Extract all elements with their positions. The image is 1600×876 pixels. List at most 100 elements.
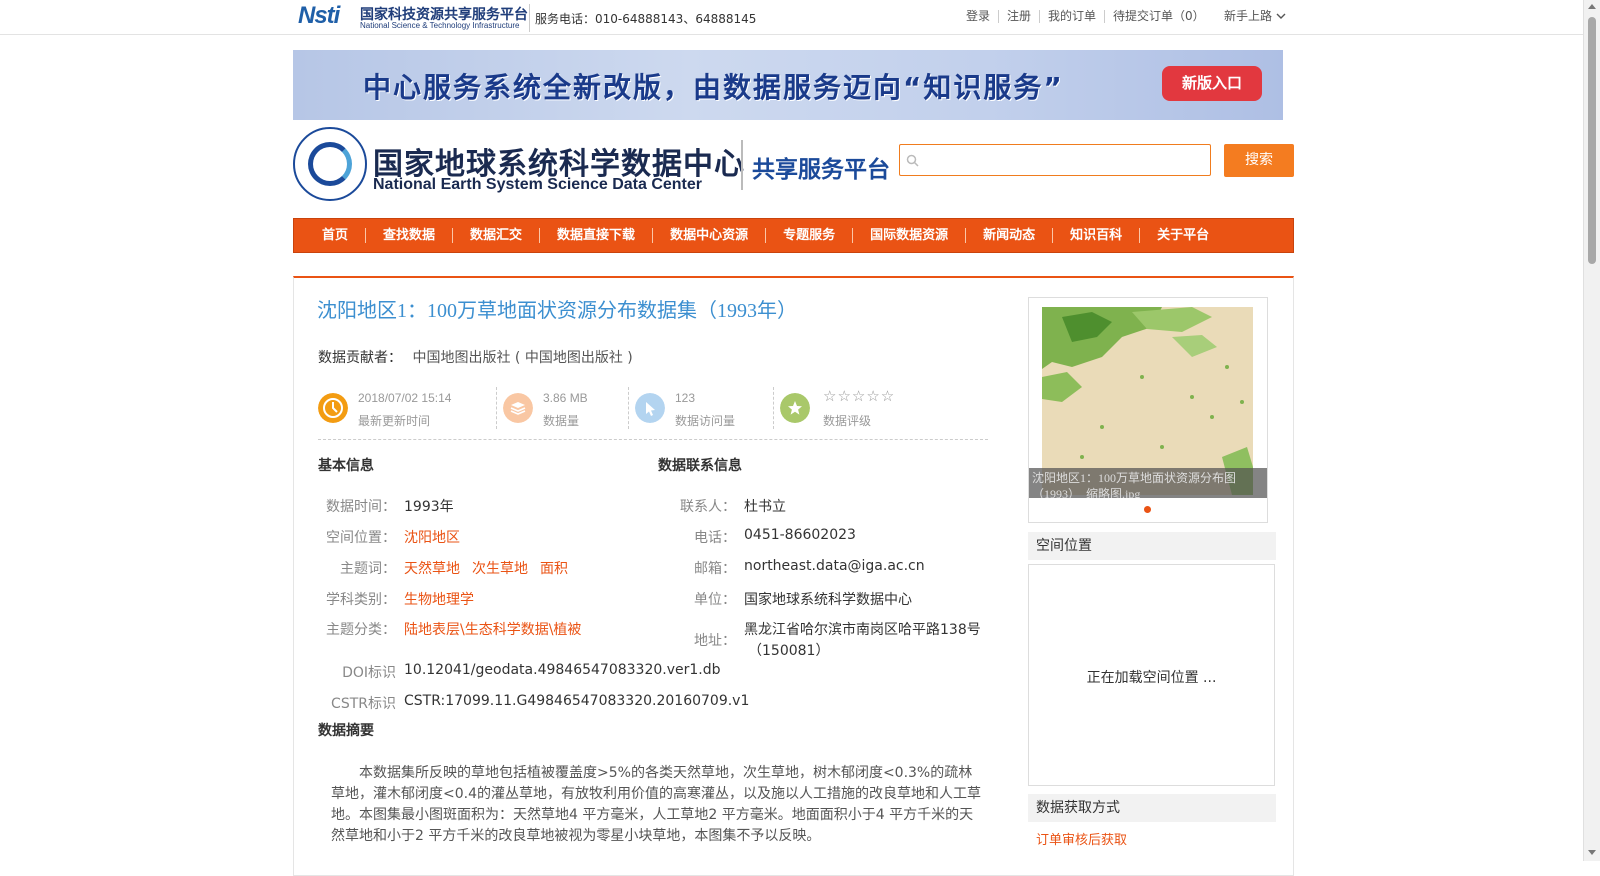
nav-home[interactable]: 首页 xyxy=(305,228,367,243)
contributor-value: 中国地图出版社 ( 中国地图出版社 ) xyxy=(412,350,633,366)
nav-topic-services[interactable]: 专题服务 xyxy=(766,228,854,243)
doi-row: DOI标识 10.12041/geodata.49846547083320.ve… xyxy=(342,662,721,681)
search-box xyxy=(899,144,1211,176)
contact-email-row: 邮箱： northeast.data@iga.ac.cn xyxy=(694,558,925,577)
cstr-row: CSTR标识 CSTR:17099.11.G49846547083320.201… xyxy=(331,693,749,712)
contact-phone-row: 电话： 0451-86602023 xyxy=(694,527,856,546)
order-review-link[interactable]: 订单审核后获取 xyxy=(1036,829,1127,848)
contact-org-label: 单位： xyxy=(694,592,736,608)
abstract-text: 本数据集所反映的草地包括植被覆盖度>5%的各类天然草地，次生草地，树木郁闭度<0… xyxy=(331,765,981,844)
banner-text: 中心服务系统全新改版，由数据服务迈向“知识服务” xyxy=(363,71,1064,104)
data-time-row: 数据时间： 1993年 xyxy=(326,496,454,516)
keyword-link[interactable]: 面积 xyxy=(540,561,568,577)
nav-data-submission[interactable]: 数据汇交 xyxy=(453,228,541,243)
contact-email-value: northeast.data@iga.ac.cn xyxy=(744,558,925,574)
top-links: 登录 注册 我的订单 待提交订单（0） xyxy=(958,10,1213,23)
thumbnail-map-image[interactable] xyxy=(1042,307,1253,495)
subject-link[interactable]: 生物地理学 xyxy=(404,592,474,608)
rating-label: 数据评级 xyxy=(823,414,872,428)
register-link[interactable]: 注册 xyxy=(999,10,1041,23)
top-bar: Nsti 国家科技资源共享服务平台 National Science & Tec… xyxy=(0,0,1583,35)
keywords-row: 主题词： 天然草地 次生草地 面积 xyxy=(340,558,580,578)
layers-icon xyxy=(503,393,533,423)
page-scrollbar[interactable] xyxy=(1583,0,1600,861)
my-orders-link[interactable]: 我的订单 xyxy=(1040,10,1106,23)
spatial-location-link[interactable]: 沈阳地区 xyxy=(404,530,460,546)
stat-divider xyxy=(496,387,498,429)
stat-divider xyxy=(628,387,630,429)
center-logo[interactable]: 国家地球系统科学数据中心 National Earth System Scien… xyxy=(293,127,744,203)
contact-email-label: 邮箱： xyxy=(694,561,736,577)
thumbnail-caption: 沈阳地区1：100万草地面状资源分布图（1993）_缩略图.jpg xyxy=(1029,468,1267,498)
doi-label: DOI标识 xyxy=(342,665,396,681)
nav-knowledge[interactable]: 知识百科 xyxy=(1053,228,1141,243)
nsti-logo[interactable]: Nsti 国家科技资源共享服务平台 National Science & Tec… xyxy=(298,2,528,32)
keywords-label: 主题词： xyxy=(340,561,396,577)
contributor-row: 数据贡献者： 中国地图出版社 ( 中国地图出版社 ) xyxy=(318,347,633,367)
thumbnail-carousel[interactable]: 沈阳地区1：100万草地面状资源分布图（1993）_缩略图.jpg xyxy=(1028,297,1268,523)
nsti-logo-mark: Nsti xyxy=(298,2,340,29)
contact-phone-value: 0451-86602023 xyxy=(744,527,856,543)
spatial-location-label: 空间位置： xyxy=(326,530,396,546)
logo-separator xyxy=(741,140,743,190)
access-section-header: 数据获取方式 xyxy=(1028,794,1276,822)
service-phone: 服务电话：010-64888143、64888145 xyxy=(535,12,757,26)
search-icon xyxy=(906,154,919,167)
subject-label: 学科类别： xyxy=(326,592,396,608)
login-link[interactable]: 登录 xyxy=(958,10,1000,23)
stat-divider xyxy=(773,387,775,429)
search-button[interactable]: 搜索 xyxy=(1224,144,1294,177)
new-version-button[interactable]: 新版入口 xyxy=(1162,66,1262,101)
contact-org-value: 国家地球系统科学数据中心 xyxy=(744,592,912,608)
spatial-location-row: 空间位置： 沈阳地区 xyxy=(326,527,460,547)
size-value: 3.86 MB xyxy=(543,391,588,405)
center-name-en: National Earth System Science Data Cente… xyxy=(373,176,703,193)
size-label: 数据量 xyxy=(543,414,580,428)
nav-about[interactable]: 关于平台 xyxy=(1140,228,1226,243)
updated-label: 最新更新时间 xyxy=(358,414,431,428)
platform-name: 共享服务平台 xyxy=(752,157,890,183)
basic-info-title: 基本信息 xyxy=(318,458,374,474)
contact-address-label: 地址： xyxy=(694,633,736,649)
scroll-thumb[interactable] xyxy=(1588,17,1596,264)
contact-address-value-line1: 黑龙江省哈尔滨市南岗区哈平路138号 xyxy=(744,622,981,638)
doi-value: 10.12041/geodata.49846547083320.ver1.db xyxy=(404,662,721,678)
carousel-dot[interactable] xyxy=(1144,506,1151,513)
pending-orders-link[interactable]: 待提交订单（0） xyxy=(1105,10,1213,23)
abstract-title: 数据摘要 xyxy=(318,723,374,739)
nav-international-data[interactable]: 国际数据资源 xyxy=(853,228,967,243)
center-emblem-icon xyxy=(293,127,367,201)
nav-center-resources[interactable]: 数据中心资源 xyxy=(653,228,767,243)
updated-value: 2018/07/02 15:14 xyxy=(358,391,452,405)
nsti-logo-en: National Science & Technology Infrastruc… xyxy=(360,21,520,30)
cstr-label: CSTR标识 xyxy=(331,696,396,712)
chevron-down-icon xyxy=(1276,13,1286,19)
keyword-link[interactable]: 天然草地 xyxy=(404,561,460,577)
category-row: 主题分类： 陆地表层\生态科学数据\植被 xyxy=(326,619,581,639)
scroll-down-arrow-icon[interactable] xyxy=(1588,850,1596,855)
newbie-guide-label: 新手上路 xyxy=(1224,9,1273,23)
contact-person-label: 联系人： xyxy=(680,499,736,515)
rating-stars[interactable]: ☆☆☆☆☆ xyxy=(823,387,895,405)
dataset-stats: 2018/07/02 15:14 最新更新时间 3.86 MB 数据量 123 … xyxy=(318,383,988,440)
contact-info-title: 数据联系信息 xyxy=(658,458,742,474)
contact-org-row: 单位： 国家地球系统科学数据中心 xyxy=(694,589,912,609)
search-input[interactable] xyxy=(924,149,1208,173)
data-time-value: 1993年 xyxy=(404,499,454,515)
contact-address-value-line2: （150081） xyxy=(748,643,830,659)
clock-icon xyxy=(318,393,348,423)
announcement-banner[interactable]: 中心服务系统全新改版，由数据服务迈向“知识服务” 新版入口 xyxy=(293,50,1283,120)
visits-value: 123 xyxy=(675,391,696,405)
cursor-icon xyxy=(635,393,665,423)
contact-person-value: 杜书立 xyxy=(744,499,786,515)
category-link[interactable]: 陆地表层\生态科学数据\植被 xyxy=(404,622,581,638)
nav-news[interactable]: 新闻动态 xyxy=(966,228,1054,243)
newbie-guide-dropdown[interactable]: 新手上路 xyxy=(1224,7,1286,24)
star-badge-icon xyxy=(780,393,810,423)
scroll-up-arrow-icon[interactable] xyxy=(1588,4,1596,9)
spatial-map-box[interactable]: 正在加载空间位置 ... xyxy=(1028,564,1275,786)
subject-row: 学科类别： 生物地理学 xyxy=(326,589,474,609)
nav-find-data[interactable]: 查找数据 xyxy=(366,228,454,243)
keyword-link[interactable]: 次生草地 xyxy=(472,561,528,577)
nav-direct-download[interactable]: 数据直接下载 xyxy=(540,228,654,243)
